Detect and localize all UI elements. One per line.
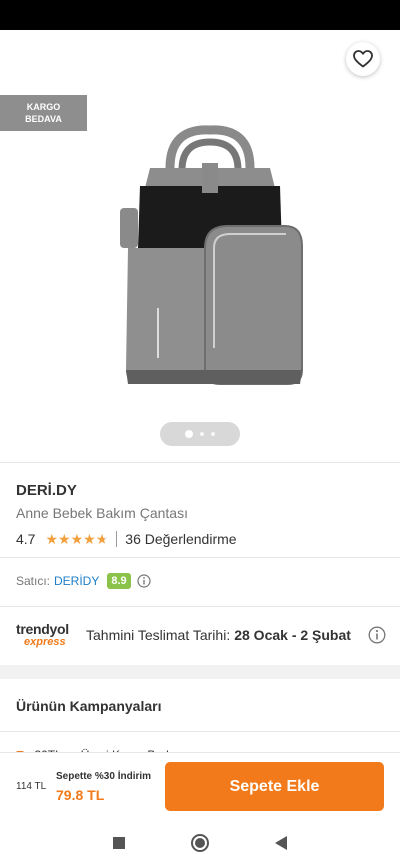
home-icon[interactable] [190, 833, 210, 853]
back-nav-icon[interactable] [274, 835, 288, 851]
star-icon: ★ [45, 531, 59, 547]
heart-icon [353, 50, 373, 68]
trendyol-express-logo: trendyol express [16, 622, 78, 648]
review-count[interactable]: 36 Değerlendirme [125, 531, 236, 547]
divider [0, 606, 400, 607]
section-gap [0, 665, 400, 679]
image-pagination[interactable] [160, 422, 240, 446]
add-to-cart-button[interactable]: Sepete Ekle [165, 762, 384, 811]
product-image [120, 125, 303, 385]
free-shipping-badge: KARGO BEDAVA [0, 95, 87, 131]
back-button[interactable] [14, 44, 50, 74]
rating-row[interactable]: 4.7 ★ ★ ★ ★ ★ 36 Değerlendirme [16, 530, 237, 548]
cargo-badge-line1: KARGO [26, 102, 61, 112]
cargo-badge-line2: BEDAVA [25, 114, 62, 124]
delivery-label: Tahmini Teslimat Tarihi: [86, 627, 231, 643]
product-name: Anne Bebek Bakım Çantası [16, 505, 188, 521]
info-icon[interactable] [368, 626, 386, 644]
pagination-dot[interactable] [185, 430, 193, 438]
favorite-button[interactable] [346, 42, 380, 76]
star-icon: ★ [70, 531, 84, 547]
share-icon [301, 49, 319, 69]
original-price: 114 TL [16, 781, 47, 792]
seller-label: Satıcı: [16, 574, 51, 588]
cart-discount-label: Sepette %30 İndirim [56, 771, 152, 782]
divider [0, 462, 400, 463]
status-bar [0, 0, 400, 30]
system-nav-bar [0, 820, 400, 866]
logo-text-top: trendyol [16, 621, 69, 637]
rating-value: 4.7 [16, 531, 36, 547]
product-brand[interactable]: DERİ.DY [16, 482, 77, 499]
delivery-date: 28 Ocak - 2 Şubat [234, 627, 351, 643]
share-button[interactable] [292, 44, 328, 74]
seller-score-badge: 8.9 [107, 573, 131, 589]
star-icon: ★ [83, 531, 96, 547]
star-icon: ★ [58, 531, 71, 547]
seller-name[interactable]: DERİDY [54, 574, 99, 588]
logo-text-bottom: express [24, 636, 66, 648]
discounted-price: 79.8 TL [56, 787, 105, 803]
back-arrow-icon [22, 50, 42, 68]
half-star-icon: ★ [95, 531, 109, 547]
seller-row[interactable]: Satıcı: DERİDY 8.9 [16, 570, 151, 592]
info-icon[interactable] [137, 574, 151, 588]
delivery-info[interactable]: trendyol express Tahmini Teslimat Tarihi… [16, 620, 386, 650]
pagination-dot[interactable] [200, 432, 204, 436]
divider [0, 731, 400, 732]
rating-stars: ★ ★ ★ ★ ★ [45, 530, 108, 548]
product-image-gallery[interactable]: KARGO BEDAVA [0, 30, 400, 462]
campaign-section-title: Ürünün Kampanyaları [16, 698, 162, 714]
pagination-dot[interactable] [211, 432, 215, 436]
recent-apps-icon[interactable] [112, 836, 126, 850]
rating-separator [116, 531, 118, 547]
checkout-bar: 114 TL Sepette %30 İndirim 79.8 TL Sepet… [0, 752, 400, 820]
divider [0, 557, 400, 558]
